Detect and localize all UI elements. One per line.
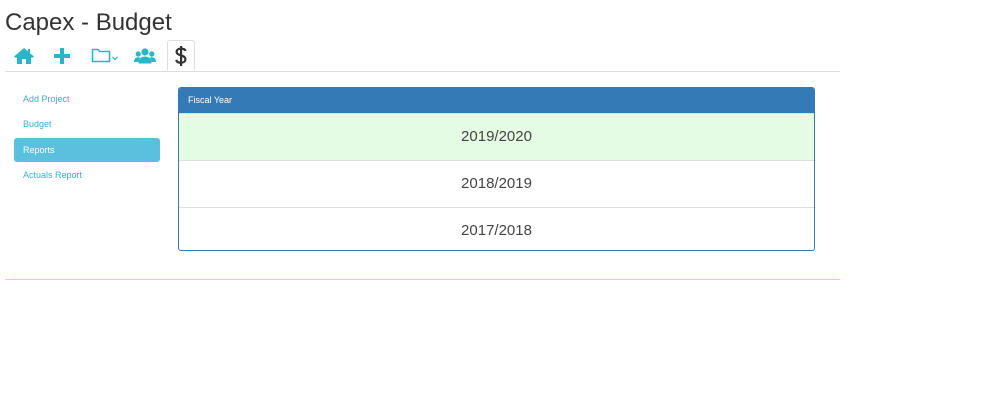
fiscal-year-row[interactable]: 2017/2018 — [179, 207, 814, 250]
sidebar-item-reports[interactable]: Reports — [14, 137, 160, 162]
tab-users[interactable] — [132, 40, 158, 71]
fiscal-year-row[interactable]: 2018/2019 — [179, 160, 814, 207]
dollar-icon — [175, 45, 187, 66]
tab-home[interactable] — [11, 40, 37, 71]
sidebar-nav: Add Project Budget Reports Actuals Repor… — [14, 87, 160, 188]
sidebar-item-budget[interactable]: Budget — [14, 112, 160, 136]
sidebar-item-add-project[interactable]: Add Project — [14, 87, 160, 111]
sidebar-item-actuals-report[interactable]: Actuals Report — [14, 163, 160, 187]
plus-icon — [54, 47, 70, 64]
footer-divider — [5, 279, 840, 280]
chevron-down-icon — [111, 56, 118, 61]
fiscal-year-row[interactable]: 2019/2020 — [179, 113, 814, 160]
panel-heading: Fiscal Year — [179, 88, 814, 113]
tab-projects-dropdown[interactable] — [87, 40, 121, 71]
page-title: Capex - Budget — [5, 9, 172, 36]
fiscal-year-panel: Fiscal Year 2019/2020 2018/2019 2017/201… — [178, 87, 815, 251]
folder-icon — [91, 48, 111, 63]
users-icon — [134, 47, 156, 64]
tab-budget[interactable] — [167, 40, 195, 71]
nav-tabbar — [5, 40, 840, 72]
home-icon — [13, 47, 35, 65]
tab-add[interactable] — [51, 40, 73, 71]
